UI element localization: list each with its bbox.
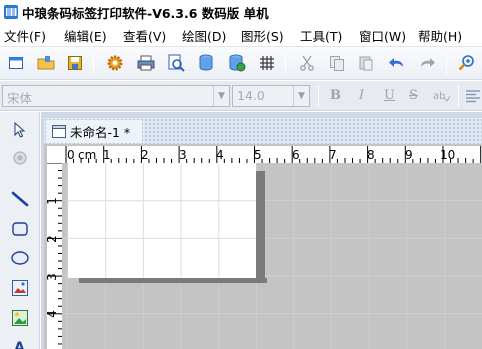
- font-size-value: 14.0: [237, 88, 265, 103]
- line-tool-icon[interactable]: [10, 189, 30, 209]
- print-icon[interactable]: [137, 54, 155, 72]
- toolbar-separator: [458, 85, 459, 107]
- menu-window[interactable]: 窗口(W): [354, 26, 413, 45]
- rotate-icon[interactable]: [10, 148, 30, 168]
- chevron-down-icon[interactable]: ▼: [293, 86, 309, 106]
- grid-icon[interactable]: [258, 54, 276, 72]
- zoom-in-icon[interactable]: [458, 54, 476, 72]
- menu-tools[interactable]: 工具(T): [295, 26, 354, 45]
- label-page-shadow: [79, 278, 267, 283]
- align-left-icon[interactable]: [464, 87, 482, 105]
- drawing-toolbox: A: [0, 112, 40, 349]
- toolbar-separator: [446, 53, 447, 75]
- ruler-corner: [47, 146, 62, 163]
- main-toolbar: [0, 46, 482, 80]
- ellipse-tool-icon[interactable]: [10, 248, 30, 268]
- document-window-icon: [52, 125, 66, 138]
- ruler-label: 3: [179, 148, 187, 162]
- ruler-label: 4: [47, 310, 59, 318]
- ruler-label: 10: [440, 148, 456, 162]
- open-folder-icon[interactable]: [37, 54, 55, 72]
- svg-text:A: A: [14, 340, 25, 349]
- bold-button[interactable]: B: [330, 88, 341, 103]
- ruler-label: 2: [141, 148, 149, 162]
- strikethrough-button[interactable]: S: [409, 88, 418, 103]
- vertical-ruler: 1 2 3 4 5: [47, 163, 62, 349]
- redo-icon[interactable]: [418, 54, 436, 72]
- print-preview-icon[interactable]: [167, 54, 185, 72]
- vertical-ruler-ticks: [47, 163, 62, 345]
- menu-draw[interactable]: 绘图(D): [177, 26, 236, 45]
- font-name-select[interactable]: 宋体 ▼: [2, 85, 230, 107]
- menu-view[interactable]: 查看(V): [118, 26, 177, 45]
- title-bar: 中琅条码标签打印软件-V6.3.6 数码版 单机: [0, 0, 482, 24]
- ruler-label: 5: [254, 148, 262, 162]
- menu-edit[interactable]: 编辑(E): [59, 26, 118, 45]
- underline-button[interactable]: U: [384, 88, 395, 103]
- ruler-label: 0: [67, 148, 75, 162]
- ruler-label: 1: [47, 197, 59, 205]
- chevron-down-icon[interactable]: ▼: [213, 86, 229, 106]
- character-spacing-icon[interactable]: ab: [432, 87, 450, 105]
- window-title: 中琅条码标签打印软件-V6.3.6 数码版 单机: [22, 5, 269, 21]
- toolbar-separator: [285, 53, 286, 75]
- menu-help[interactable]: 帮助(H): [413, 26, 472, 45]
- ruler-label: 1: [103, 148, 111, 162]
- italic-button[interactable]: I: [359, 88, 364, 103]
- menu-shape[interactable]: 图形(S): [236, 26, 295, 45]
- undo-icon[interactable]: [388, 54, 406, 72]
- document-tab[interactable]: 未命名-1 *: [46, 120, 142, 143]
- ruler-label: 9: [405, 148, 413, 162]
- ruler-label: 7: [329, 148, 337, 162]
- design-canvas[interactable]: [44, 144, 482, 349]
- toolbar-separator: [318, 85, 319, 107]
- save-icon[interactable]: [66, 54, 84, 72]
- copy-icon[interactable]: [328, 54, 346, 72]
- database-settings-icon[interactable]: [228, 54, 246, 72]
- ruler-label: 2: [47, 235, 59, 243]
- paste-icon[interactable]: [357, 54, 375, 72]
- ruler-label: 3: [47, 273, 59, 281]
- image-tool-icon[interactable]: [10, 278, 30, 298]
- ruler-unit: cm: [78, 148, 97, 162]
- label-page[interactable]: [68, 163, 256, 278]
- menu-file[interactable]: 文件(F): [0, 26, 59, 45]
- svg-text:ab: ab: [433, 91, 445, 102]
- new-document-icon[interactable]: [7, 54, 25, 72]
- menu-bar: 文件(F) 编辑(E) 查看(V) 绘图(D) 图形(S) 工具(T) 窗口(W…: [0, 24, 482, 46]
- cut-icon[interactable]: [298, 54, 316, 72]
- settings-gear-icon[interactable]: [106, 54, 124, 72]
- horizontal-ruler: 0 cm 1 2 3 4 5 6 7 8 9 10: [62, 146, 482, 163]
- rectangle-tool-icon[interactable]: [10, 219, 30, 239]
- picture-tool-icon[interactable]: [10, 308, 30, 328]
- label-page-shadow: [255, 171, 265, 282]
- format-toolbar: 宋体 ▼ 14.0 ▼ B I U S ab: [0, 81, 482, 111]
- font-name-value: 宋体: [7, 91, 33, 106]
- database-icon[interactable]: [197, 54, 215, 72]
- app-logo-icon: [4, 5, 18, 19]
- horizontal-ruler-ticks: [65, 146, 482, 163]
- canvas-grid: [44, 144, 482, 349]
- select-arrow-icon[interactable]: [10, 120, 30, 140]
- document-tab-title: 未命名-1 *: [70, 125, 131, 140]
- ruler-label: 6: [292, 148, 300, 162]
- toolbar-separator: [93, 53, 94, 75]
- ruler-label: 4: [216, 148, 224, 162]
- font-size-select[interactable]: 14.0 ▼: [232, 85, 310, 107]
- text-tool-icon[interactable]: A: [10, 336, 30, 349]
- ruler-label: 8: [367, 148, 375, 162]
